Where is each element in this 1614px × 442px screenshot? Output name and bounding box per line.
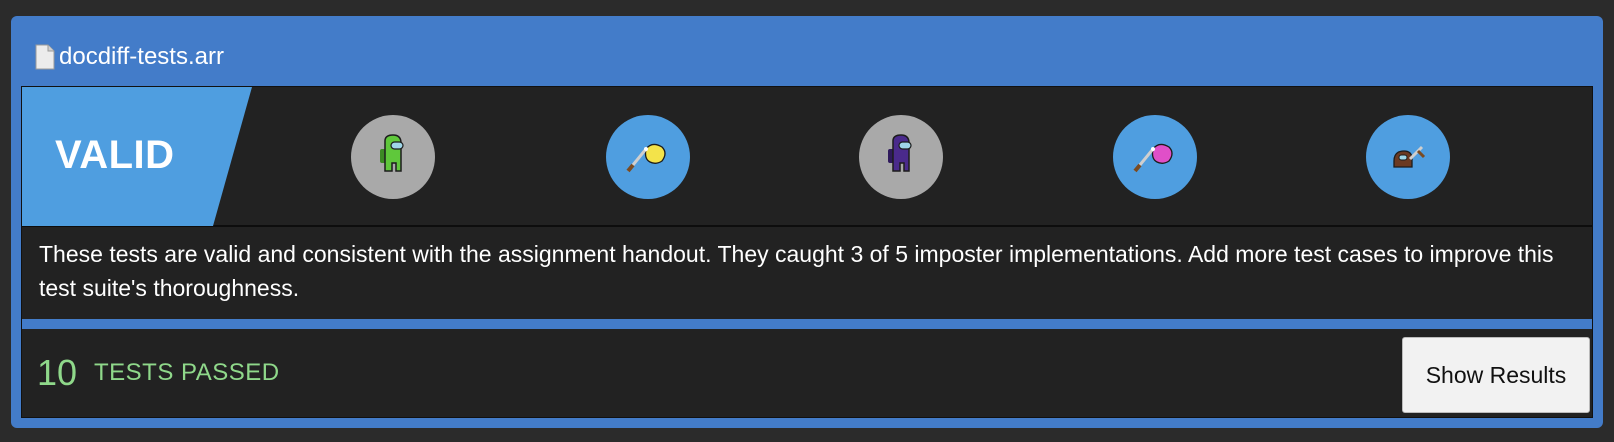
impostor-3 [859,115,943,199]
test-summary-panel: VALID These tests are valid and consiste… [21,86,1593,418]
impostor-4 [1113,115,1197,199]
divider-bar [22,319,1592,329]
status-row: VALID [22,87,1592,227]
test-file-card: docdiff-tests.arr VALID These tests are … [11,16,1603,428]
status-label: VALID [55,133,175,177]
green-crewmate-icon [380,134,404,172]
purple-crewmate-icon [888,134,912,172]
impostor-2 [606,115,690,199]
tests-passed-label: TESTS PASSED [94,359,280,386]
card-header: docdiff-tests.arr [35,42,224,72]
pink-crewmate-stabbed-icon [1133,143,1173,173]
results-footer: 10 TESTS PASSED Show Results [22,329,1592,417]
show-results-button[interactable]: Show Results [1402,337,1590,413]
valid-banner: VALID [22,87,252,226]
result-description: These tests are valid and consistent wit… [39,241,1554,301]
brown-crewmate-stabbed-icon [1393,145,1426,168]
tests-passed-count: 10 [37,352,78,393]
document-icon [35,44,55,70]
yellow-crewmate-stabbed-icon [626,143,666,173]
file-name: docdiff-tests.arr [59,43,224,70]
impostor-1 [351,115,435,199]
impostor-5 [1366,115,1450,199]
